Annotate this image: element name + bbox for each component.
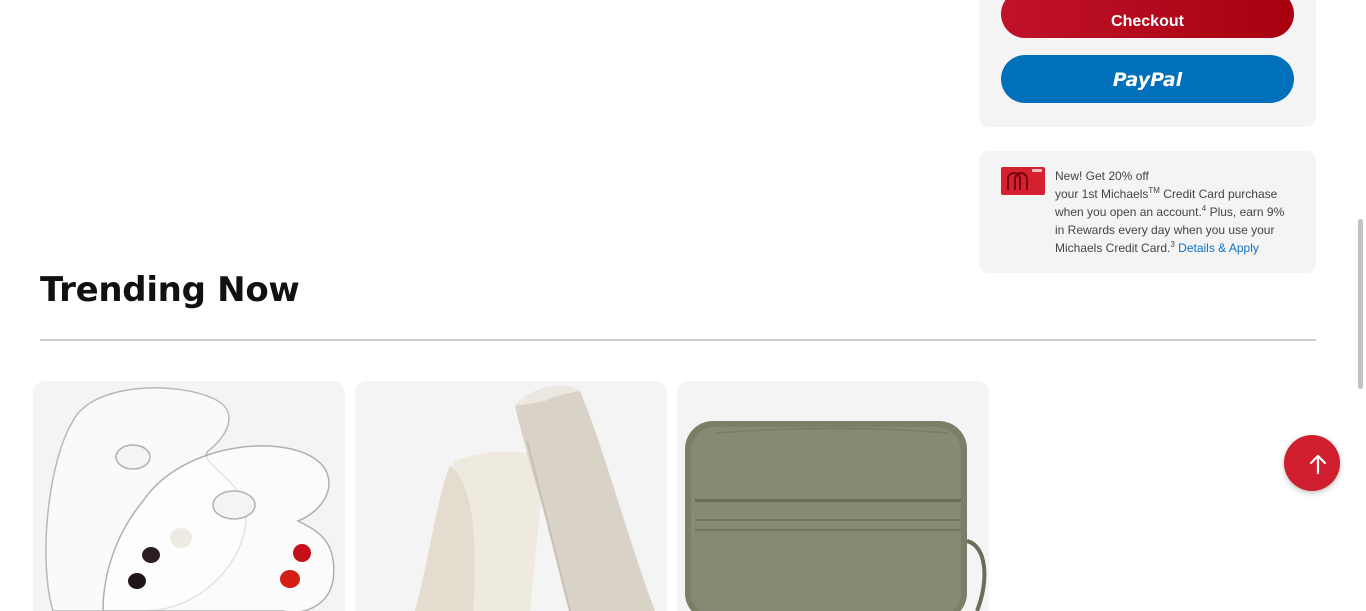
promo-text: New! Get 20% off your 1st MichaelsTM Cre… xyxy=(1055,167,1305,257)
checkout-panel: Checkout PayPal xyxy=(979,0,1316,127)
promo-line-5a: Michaels Credit Card. xyxy=(1055,241,1171,255)
promo-line-2a: your 1st Michaels xyxy=(1055,187,1149,201)
brush-roll-product-image xyxy=(685,421,987,611)
product-card-canvas-roll[interactable] xyxy=(355,381,667,611)
arrow-up-icon xyxy=(1309,454,1327,475)
footnote-3: 3 xyxy=(1170,240,1175,249)
scrollbar-thumb[interactable] xyxy=(1358,219,1363,389)
credit-card-promo: New! Get 20% off your 1st MichaelsTM Cre… xyxy=(979,151,1316,273)
promo-line-3a: when you open an account. xyxy=(1055,205,1202,219)
section-divider xyxy=(40,339,1316,341)
details-apply-link[interactable]: Details & Apply xyxy=(1178,241,1259,255)
trending-now-heading: Trending Now xyxy=(40,270,300,310)
palette-product-image xyxy=(45,387,335,611)
promo-line-3b: Plus, earn 9% xyxy=(1206,205,1285,219)
product-card-palette[interactable] xyxy=(33,381,345,611)
scroll-to-top-button[interactable] xyxy=(1284,435,1340,491)
promo-line-4: in Rewards every day when you use your xyxy=(1055,223,1275,237)
credit-card-image xyxy=(1001,167,1045,195)
promo-line-1: New! Get 20% off xyxy=(1055,169,1149,183)
paypal-button[interactable]: PayPal xyxy=(1001,55,1294,103)
promo-line-2b: Credit Card purchase xyxy=(1159,187,1278,201)
trademark-mark: TM xyxy=(1148,186,1160,195)
checkout-button[interactable]: Checkout xyxy=(1001,0,1294,38)
product-card-brush-roll[interactable] xyxy=(677,381,989,611)
canvas-roll-product-image xyxy=(415,386,655,611)
